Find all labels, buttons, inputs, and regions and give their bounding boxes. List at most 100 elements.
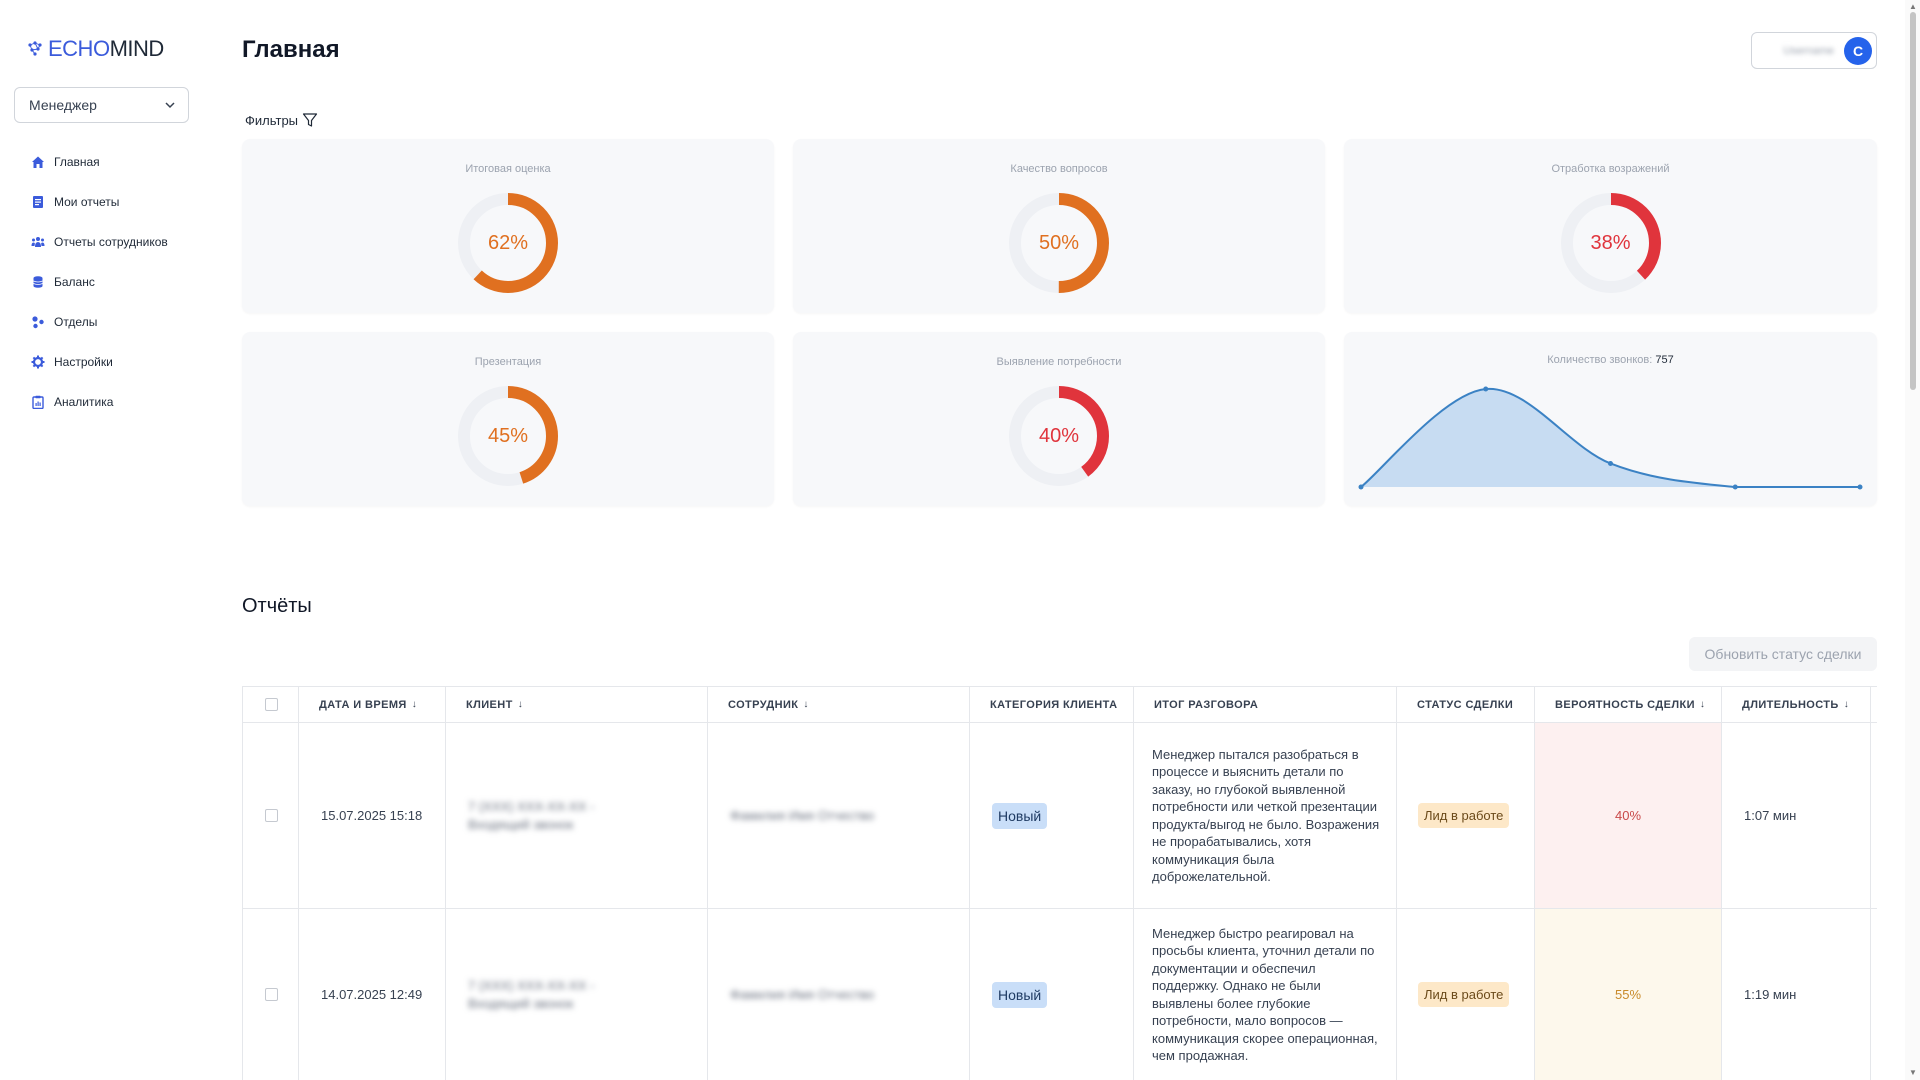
select-all-checkbox[interactable] [265,698,278,711]
cell-status: Лид в работе [1396,723,1534,908]
page-title: Главная [242,36,340,63]
metric-title: Итоговая оценка [465,163,551,175]
calls-chart-card: Количество звонков: 757 [1344,332,1877,506]
sidebar-item-label: Баланс [54,275,95,289]
metric-card-total: Итоговая оценка 62% [242,139,774,313]
sort-arrow-icon: ↓ [411,699,418,710]
page-scrollbar[interactable]: ▲ ▼ [1905,0,1920,1080]
sidebar-item-label: Аналитика [54,395,114,409]
metric-card-objections: Отработка возражений 38% [1344,139,1877,313]
calls-data-point-0 [1358,484,1364,490]
sidebar-item-departments[interactable]: Отделы [30,302,168,342]
calls-area-chart [1358,386,1863,490]
reports-table: ДАТА И ВРЕМЯ ↓ КЛИЕНТ ↓ СОТРУДНИК ↓ КАТЕГОР… [242,686,1877,1080]
sidebar-nav: Главная Мои отчеты Отчеты сотрудников Ба… [30,142,168,422]
header-checkbox-cell [242,687,298,722]
sidebar-item-label: Отделы [54,315,98,329]
row-checkbox[interactable] [265,809,278,822]
logo-brain-icon [28,41,42,56]
role-select[interactable]: Менеджер [14,87,189,123]
status-badge: Лид в работе [1418,982,1510,1007]
metric-card-questions: Качество вопросов 50% [793,139,1325,313]
sidebar-item-label: Главная [54,155,100,169]
user-menu[interactable]: Username С [1751,32,1877,69]
metric-title: Качество вопросов [1010,163,1108,175]
calls-data-point-3 [1732,484,1738,490]
filters-label: Фильтры [245,112,299,128]
clipboard-icon [30,394,46,410]
gear-icon [30,354,46,370]
column-header-status: СТАТУС СДЕЛКИ [1396,687,1534,722]
metric-value: 40% [1038,424,1080,447]
table-row[interactable]: 15.07.2025 15:18 7 (XXX) XXX-XX-XX - Вхо… [242,723,1877,909]
cell-datetime: 14.07.2025 12:49 [298,909,445,1080]
document-icon [30,194,46,210]
column-header-employee[interactable]: СОТРУДНИК ↓ [707,687,969,722]
cell-employee: Фамилия Имя Отчество [707,909,969,1080]
sidebar-item-settings[interactable]: Настройки [30,342,168,382]
filters-toggle[interactable]: Фильтры [245,112,318,128]
row-checkbox-cell [242,723,298,908]
user-name: Username [1783,44,1834,57]
row-checkbox-cell [242,909,298,1080]
filter-icon [302,113,318,127]
metric-title: Отработка возражений [1551,163,1670,175]
sort-arrow-icon: ↓ [1699,699,1706,710]
cell-category: Новый [969,909,1133,1080]
sidebar-item-employee-reports[interactable]: Отчеты сотрудников [30,222,168,262]
cell-probability: 40% [1534,723,1721,908]
sort-arrow-icon: ↓ [803,699,809,710]
status-badge: Лид в работе [1418,803,1510,828]
departments-icon [30,314,46,330]
scroll-thumb[interactable] [1910,12,1916,390]
avatar: С [1844,36,1872,65]
calls-data-point-2 [1608,460,1613,466]
calls-data-point-4 [1857,484,1863,490]
metric-card-needs: Выявление потребности 40% [793,332,1325,506]
cell-probability: 55% [1534,909,1721,1080]
column-header-client[interactable]: КЛИЕНТ ↓ [445,687,707,722]
cell-summary: Менеджер быстро реагировал на просьбы кл… [1133,909,1396,1080]
sort-arrow-icon: ↓ [517,699,524,710]
sidebar-item-label: Мои отчеты [54,195,120,209]
cell-client: 7 (XXX) XXX-XX-XX - Входящий звонок [445,909,707,1080]
team-icon [30,234,46,250]
sort-arrow-icon: ↓ [1843,699,1850,710]
sidebar-item-label: Настройки [54,355,113,369]
table-header-row: ДАТА И ВРЕМЯ ↓ КЛИЕНТ ↓ СОТРУДНИК ↓ КАТЕГОР… [242,687,1877,723]
logo-text: ECHOMIND [48,36,164,61]
metric-value: 45% [487,424,529,447]
cell-summary: Менеджер пытался разобраться в процессе … [1133,723,1396,908]
scroll-down-icon[interactable]: ▼ [1909,1068,1917,1077]
column-header-datetime[interactable]: ДАТА И ВРЕМЯ ↓ [298,687,445,722]
cell-client: 7 (XXX) XXX-XX-XX - Входящий звонок [445,723,707,908]
update-deal-status-button[interactable]: Обновить статус сделки [1689,637,1877,671]
column-header-duration[interactable]: ДЛИТЕЛЬНОСТЬ ↓ [1721,687,1871,722]
category-badge: Новый [992,802,1048,829]
cell-duration: 1:19 мин [1721,909,1871,1080]
cell-employee: Фамилия Имя Отчество [707,723,969,908]
calls-area-fill [1361,388,1860,487]
logo[interactable]: ECHOMIND [26,36,164,62]
calls-data-point-1 [1483,386,1489,392]
scroll-up-icon[interactable]: ▲ [1909,2,1917,11]
reports-title: Отчёты [242,595,312,617]
sidebar-item-label: Отчеты сотрудников [54,235,168,249]
home-icon [30,154,46,170]
cell-category: Новый [969,723,1133,908]
role-select-value: Менеджер [29,97,97,113]
sidebar-item-balance[interactable]: Баланс [30,262,168,302]
cell-duration: 1:07 мин [1721,723,1871,908]
sidebar: ECHOMIND Менеджер Главная Мои отчеты Отч… [0,0,208,1080]
sidebar-item-home[interactable]: Главная [30,142,168,182]
metric-value: 62% [487,231,529,254]
column-header-probability[interactable]: ВЕРОЯТНОСТЬ СДЕЛКИ ↓ [1534,687,1721,722]
coins-icon [30,274,46,290]
sidebar-item-analytics[interactable]: Аналитика [30,382,168,422]
metric-title: Выявление потребности [996,356,1122,368]
table-row[interactable]: 14.07.2025 12:49 7 (XXX) XXX-XX-XX - Вхо… [242,909,1877,1080]
cell-status: Лид в работе [1396,909,1534,1080]
row-checkbox[interactable] [265,988,278,1001]
metric-value: 50% [1038,231,1080,254]
sidebar-item-my-reports[interactable]: Мои отчеты [30,182,168,222]
